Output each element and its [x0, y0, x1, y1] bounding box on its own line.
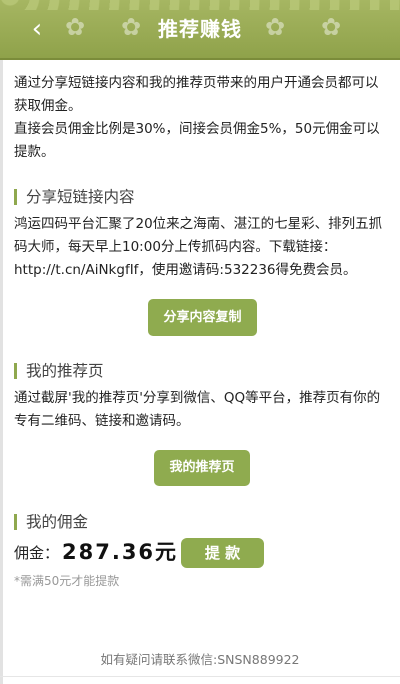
intro-line-commission-rule: 通过分享短链接内容和我的推荐页带来的用户开通会员都可以获取佣金。 [14, 75, 379, 114]
my-page-heading: 我的推荐页 [14, 361, 104, 381]
my-page-content: 通过截屏'我的推荐页'分享到微信、QQ等平台，推荐页有你的专有二维码、链接和邀请… [14, 390, 381, 429]
my-referral-page-button[interactable]: 我的推荐页 [154, 450, 250, 486]
copy-share-content-button[interactable]: 分享内容复制 [148, 299, 257, 336]
commission-amount: 287.36元 [62, 540, 179, 564]
withdraw-button[interactable]: 提 款 [181, 538, 264, 568]
intro-line-rates: 直接会员佣金比例是30%，间接会员佣金5%，50元佣金可以提款。 [14, 121, 380, 160]
app-header: ✿ ✿ ✿ ✿ ‹ 推荐赚钱 [0, 0, 400, 60]
intro-text: 通过分享短链接内容和我的推荐页带来的用户开通会员都可以获取佣金。 直接会员佣金比… [14, 72, 390, 164]
commission-label: 佣金： [14, 544, 60, 562]
contact-footer: 如有疑问请联系微信:SNSN889922 [100, 652, 300, 667]
share-link-heading: 分享短链接内容 [14, 187, 135, 207]
bottom-divider [0, 676, 400, 677]
share-link-content: 鸿运四码平台汇聚了20位来之海南、湛江的七星彩、排列五抓码大师，每天早上10:0… [14, 216, 383, 278]
left-edge [0, 0, 3, 684]
withdraw-note: *需满50元才能提款 [14, 574, 120, 588]
page-title: 推荐赚钱 [158, 17, 242, 41]
commission-heading: 我的佣金 [14, 512, 88, 532]
